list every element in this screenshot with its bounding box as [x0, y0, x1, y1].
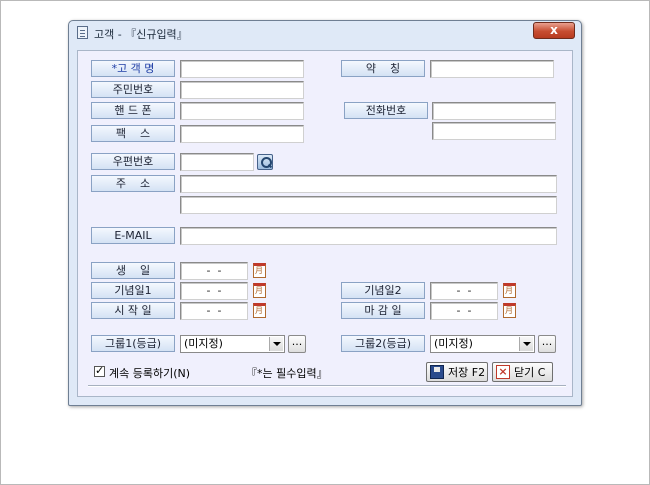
- phone-input[interactable]: [432, 102, 556, 120]
- group2-select[interactable]: (미지정): [430, 335, 535, 353]
- postal-code-input[interactable]: [180, 153, 254, 171]
- calendar-icon[interactable]: [503, 303, 516, 318]
- nickname-input[interactable]: [430, 60, 554, 78]
- email-label: E-MAIL: [91, 227, 175, 244]
- group1-browse-button[interactable]: ...: [288, 335, 306, 353]
- group1-select[interactable]: (미지정): [180, 335, 285, 353]
- customer-dialog: 고객 - 『신규입력』 x *고 객 명 약 칭 주민번호 핸 드 폰 전화번호…: [68, 20, 582, 406]
- anniversary2-label: 기념일2: [341, 282, 425, 299]
- mobile-input[interactable]: [180, 102, 304, 120]
- start-date-input[interactable]: - -: [180, 302, 248, 320]
- end-date-input[interactable]: - -: [430, 302, 498, 320]
- calendar-icon[interactable]: [253, 303, 266, 318]
- continue-register-label[interactable]: 계속 등록하기(N): [109, 365, 190, 381]
- group2-label: 그룹2(등급): [341, 335, 425, 352]
- address-input[interactable]: [180, 175, 557, 193]
- postal-code-label: 우편번호: [91, 153, 175, 170]
- calendar-icon[interactable]: [503, 283, 516, 298]
- address-label: 주 소: [91, 175, 175, 192]
- document-icon: [77, 26, 88, 39]
- fax-input[interactable]: [180, 125, 304, 143]
- save-button-label: 저장 F2: [448, 366, 486, 379]
- calendar-icon[interactable]: [253, 263, 266, 278]
- anniversary1-label: 기념일1: [91, 282, 175, 299]
- nickname-label: 약 칭: [341, 60, 425, 77]
- floppy-disk-icon: [430, 365, 444, 379]
- fax-label: 팩 스: [91, 125, 175, 142]
- anniversary2-input[interactable]: - -: [430, 282, 498, 300]
- calendar-icon[interactable]: [253, 283, 266, 298]
- group2-value: (미지정): [434, 337, 473, 350]
- footer-divider: [88, 385, 566, 387]
- group2-browse-button[interactable]: ...: [538, 335, 556, 353]
- birthday-input[interactable]: - -: [180, 262, 248, 280]
- customer-name-input[interactable]: [180, 60, 304, 78]
- save-button[interactable]: 저장 F2: [426, 362, 488, 382]
- group1-label: 그룹1(등급): [91, 335, 175, 352]
- resident-number-label: 주민번호: [91, 81, 175, 98]
- start-date-label: 시 작 일: [91, 302, 175, 319]
- address-detail-input[interactable]: [180, 196, 557, 214]
- close-icon[interactable]: x: [533, 22, 575, 39]
- chevron-down-icon[interactable]: [519, 337, 533, 351]
- title-bar[interactable]: 고객 - 『신규입력』 x: [69, 21, 581, 43]
- phone-label: 전화번호: [344, 102, 428, 119]
- email-input[interactable]: [180, 227, 557, 245]
- required-note: 『*는 필수입력』: [246, 367, 328, 380]
- x-icon: ×: [496, 365, 510, 379]
- continue-register-checkbox[interactable]: [94, 364, 105, 377]
- window-title: 고객 - 『신규입력』: [94, 28, 188, 41]
- close-button[interactable]: × 닫기 C: [492, 362, 553, 382]
- phone-input-2[interactable]: [432, 122, 556, 140]
- search-icon[interactable]: [257, 154, 273, 170]
- customer-name-label: *고 객 명: [91, 60, 175, 77]
- anniversary1-input[interactable]: - -: [180, 282, 248, 300]
- close-button-label: 닫기 C: [514, 366, 546, 379]
- chevron-down-icon[interactable]: [269, 337, 283, 351]
- group1-value: (미지정): [184, 337, 223, 350]
- birthday-label: 생 일: [91, 262, 175, 279]
- resident-number-input[interactable]: [180, 81, 304, 99]
- mobile-label: 핸 드 폰: [91, 102, 175, 119]
- end-date-label: 마 감 일: [341, 302, 425, 319]
- form-area: *고 객 명 약 칭 주민번호 핸 드 폰 전화번호 팩 스 우편번호 주 소 …: [77, 50, 573, 397]
